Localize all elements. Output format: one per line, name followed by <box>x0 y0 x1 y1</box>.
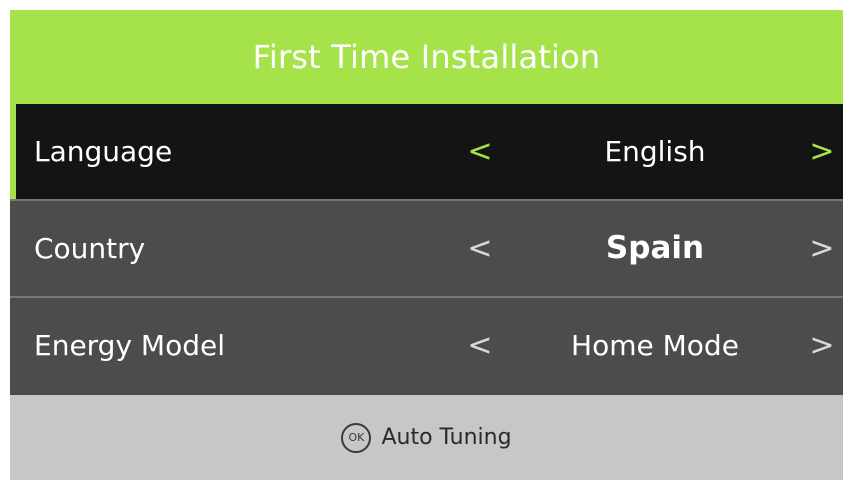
menu-title-bar: First Time Installation <box>10 10 843 104</box>
auto-tuning-button[interactable]: OK Auto Tuning <box>10 395 843 480</box>
energy-model-prev-arrow-icon[interactable]: < <box>465 298 495 393</box>
energy-model-value: Home Mode <box>571 329 739 362</box>
country-value: Spain <box>605 230 705 266</box>
country-prev-arrow-icon[interactable]: < <box>465 201 495 296</box>
country-setting-row[interactable]: Country < Spain > <box>10 201 843 296</box>
energy-model-setting-row[interactable]: Energy Model < Home Mode > <box>10 298 843 393</box>
auto-tuning-label: Auto Tuning <box>381 425 512 450</box>
menu-title: First Time Installation <box>252 38 601 76</box>
first-time-installation-menu: First Time Installation Language < Engli… <box>10 10 843 480</box>
language-next-arrow-icon[interactable]: > <box>807 104 837 199</box>
language-label: Language <box>34 135 173 168</box>
energy-model-next-arrow-icon[interactable]: > <box>807 298 837 393</box>
language-prev-arrow-icon[interactable]: < <box>465 104 495 199</box>
language-value: English <box>604 135 706 168</box>
country-next-arrow-icon[interactable]: > <box>807 201 837 296</box>
energy-model-label: Energy Model <box>34 329 225 362</box>
ok-button-icon: OK <box>341 422 372 453</box>
selection-indicator <box>10 104 16 199</box>
language-setting-row[interactable]: Language < English > <box>10 104 843 199</box>
country-label: Country <box>34 232 146 265</box>
